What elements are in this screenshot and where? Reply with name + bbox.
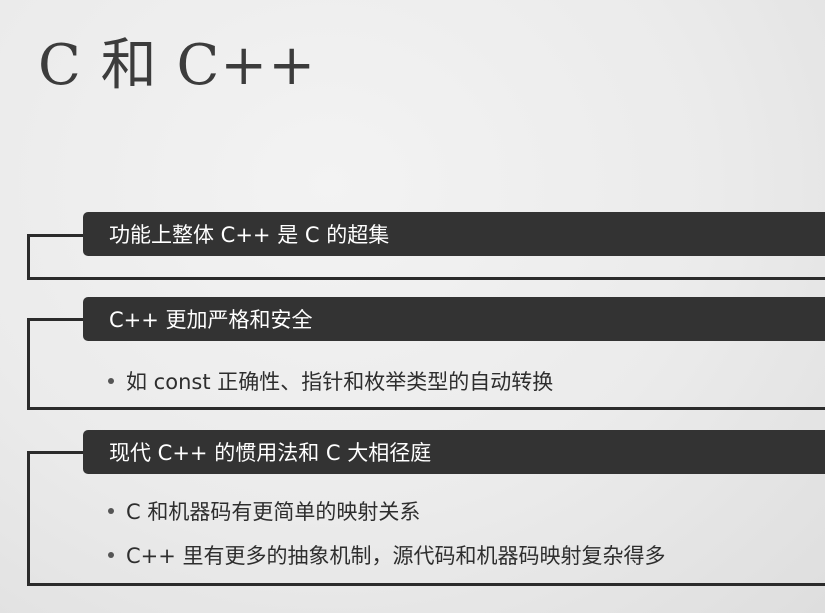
bullet-dot-icon: [108, 508, 114, 514]
bullet-dot-icon: [108, 378, 114, 384]
section-3-bullet-2-text: C++ 里有更多的抽象机制，源代码和机器码映射复杂得多: [126, 544, 666, 568]
slide-title: C 和 C++: [38, 33, 317, 98]
section-3-connector: [27, 451, 85, 454]
section-2-connector: [27, 318, 85, 321]
section-1-heading: 功能上整体 C++ 是 C 的超集: [83, 212, 825, 256]
section-3-heading: 现代 C++ 的惯用法和 C 大相径庭: [83, 430, 825, 474]
section-2-bullet-1: 如 const 正确性、指针和枚举类型的自动转换: [108, 366, 553, 396]
section-1-connector: [27, 234, 85, 237]
section-3-bullet-1: C 和机器码有更简单的映射关系: [108, 496, 420, 526]
section-2-heading: C++ 更加严格和安全: [83, 297, 825, 341]
bullet-dot-icon: [108, 552, 114, 558]
slide: C 和 C++ 功能上整体 C++ 是 C 的超集 C++ 更加严格和安全 如 …: [0, 0, 825, 613]
section-1-heading-text: 功能上整体 C++ 是 C 的超集: [109, 223, 390, 247]
section-2-heading-text: C++ 更加严格和安全: [109, 308, 313, 332]
section-3-bullet-2: C++ 里有更多的抽象机制，源代码和机器码映射复杂得多: [108, 540, 666, 570]
section-3-bullet-1-text: C 和机器码有更简单的映射关系: [126, 500, 421, 524]
section-2-bullet-1-text: 如 const 正确性、指针和枚举类型的自动转换: [126, 370, 554, 394]
section-3-heading-text: 现代 C++ 的惯用法和 C 大相径庭: [109, 441, 432, 465]
